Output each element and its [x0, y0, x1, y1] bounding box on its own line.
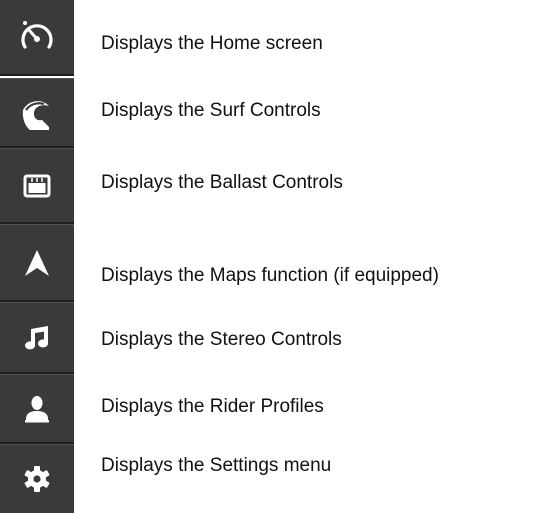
person-icon [25, 395, 49, 422]
legend-label-ballast: Displays the Ballast Controls [101, 172, 343, 193]
maps-button[interactable] [0, 224, 74, 302]
speedometer-icon [21, 21, 53, 49]
legend-row-rider: Displays the Rider Profiles [0, 374, 534, 444]
legend-label-rider: Displays the Rider Profiles [101, 396, 324, 417]
navigation-arrow-icon [25, 249, 49, 276]
legend-row-settings: Displays the Settings menu [0, 444, 534, 513]
icon-legend: Displays the Home screen Displays the Su… [0, 0, 534, 513]
surf-button[interactable] [0, 78, 74, 148]
legend-label-home: Displays the Home screen [101, 33, 323, 54]
gear-icon [24, 466, 50, 492]
wave-icon [22, 100, 49, 130]
stereo-button[interactable] [0, 302, 74, 374]
legend-row-home: Displays the Home screen [0, 0, 534, 78]
ballast-tank-icon [23, 174, 51, 197]
legend-row-stereo: Displays the Stereo Controls [0, 302, 534, 374]
legend-label-surf: Displays the Surf Controls [101, 100, 321, 121]
music-note-icon [25, 325, 49, 349]
legend-label-maps: Displays the Maps function (if equipped) [101, 265, 439, 286]
legend-row-ballast: Displays the Ballast Controls [0, 148, 534, 224]
legend-row-surf: Displays the Surf Controls [0, 78, 534, 148]
home-button[interactable] [0, 0, 74, 76]
legend-label-stereo: Displays the Stereo Controls [101, 329, 342, 350]
rider-profiles-button[interactable] [0, 374, 74, 444]
legend-row-maps: Displays the Maps function (if equipped) [0, 224, 534, 302]
ballast-button[interactable] [0, 148, 74, 224]
legend-label-settings: Displays the Settings menu [101, 455, 332, 476]
settings-button[interactable] [0, 444, 74, 513]
